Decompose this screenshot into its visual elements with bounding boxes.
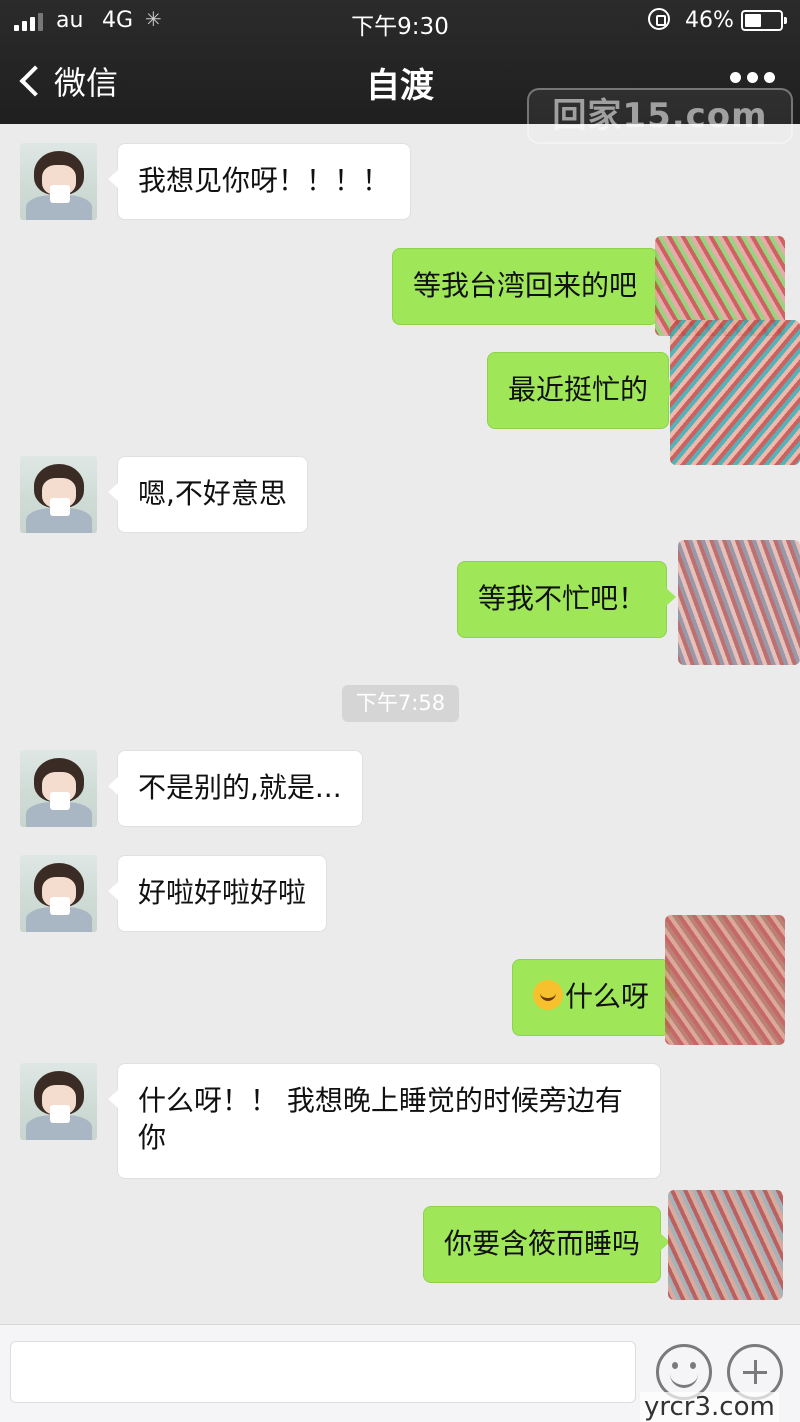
avatar[interactable] bbox=[20, 1063, 97, 1140]
status-time: 下午9:30 bbox=[351, 14, 449, 40]
message-text: 什么呀 bbox=[565, 980, 650, 1013]
timestamp: 下午7:58 bbox=[342, 685, 459, 722]
avatar[interactable] bbox=[20, 456, 97, 533]
message-bubble[interactable]: 我想见你呀！！！！ bbox=[107, 143, 412, 220]
avatar[interactable] bbox=[20, 750, 97, 827]
header: au 4G ✳ 下午9:30 46% 微信 自渡 回家15.com bbox=[0, 0, 800, 144]
redacted-avatar bbox=[670, 320, 800, 465]
rotation-lock-icon bbox=[648, 8, 670, 30]
message-bubble[interactable]: 嗯,不好意思 bbox=[108, 456, 308, 533]
message-bubble[interactable]: 最近挺忙的 bbox=[487, 352, 679, 429]
more-options-button[interactable] bbox=[730, 72, 775, 83]
message-bubble[interactable]: 什么呀！！ 我想晚上睡觉的时候旁边有你 bbox=[108, 1063, 661, 1179]
status-bar: au 4G ✳ 下午9:30 46% bbox=[0, 0, 800, 42]
message-bubble[interactable]: 等我不忙吧！ bbox=[457, 561, 677, 638]
watermark-text: yrcr3.com bbox=[640, 1392, 779, 1422]
message-input[interactable] bbox=[10, 1341, 636, 1403]
battery-percent: 46% bbox=[685, 8, 734, 33]
watermark-logo: 回家15.com bbox=[527, 88, 793, 144]
avatar[interactable] bbox=[20, 143, 97, 220]
battery-icon bbox=[741, 10, 787, 31]
message-bubble[interactable]: 你要含筱而睡吗 bbox=[423, 1206, 671, 1283]
tears-of-joy-emoji-icon bbox=[533, 980, 563, 1010]
redacted-avatar bbox=[678, 540, 800, 665]
message-bubble[interactable]: 好啦好啦好啦 bbox=[107, 855, 328, 932]
redacted-avatar bbox=[665, 915, 785, 1045]
message-bubble[interactable]: 不是别的,就是... bbox=[108, 750, 363, 827]
avatar[interactable] bbox=[20, 855, 97, 932]
message-bubble[interactable]: 等我台湾回来的吧 bbox=[392, 248, 668, 325]
redacted-avatar bbox=[668, 1190, 783, 1300]
message-bubble[interactable]: 什么呀 bbox=[512, 959, 680, 1036]
